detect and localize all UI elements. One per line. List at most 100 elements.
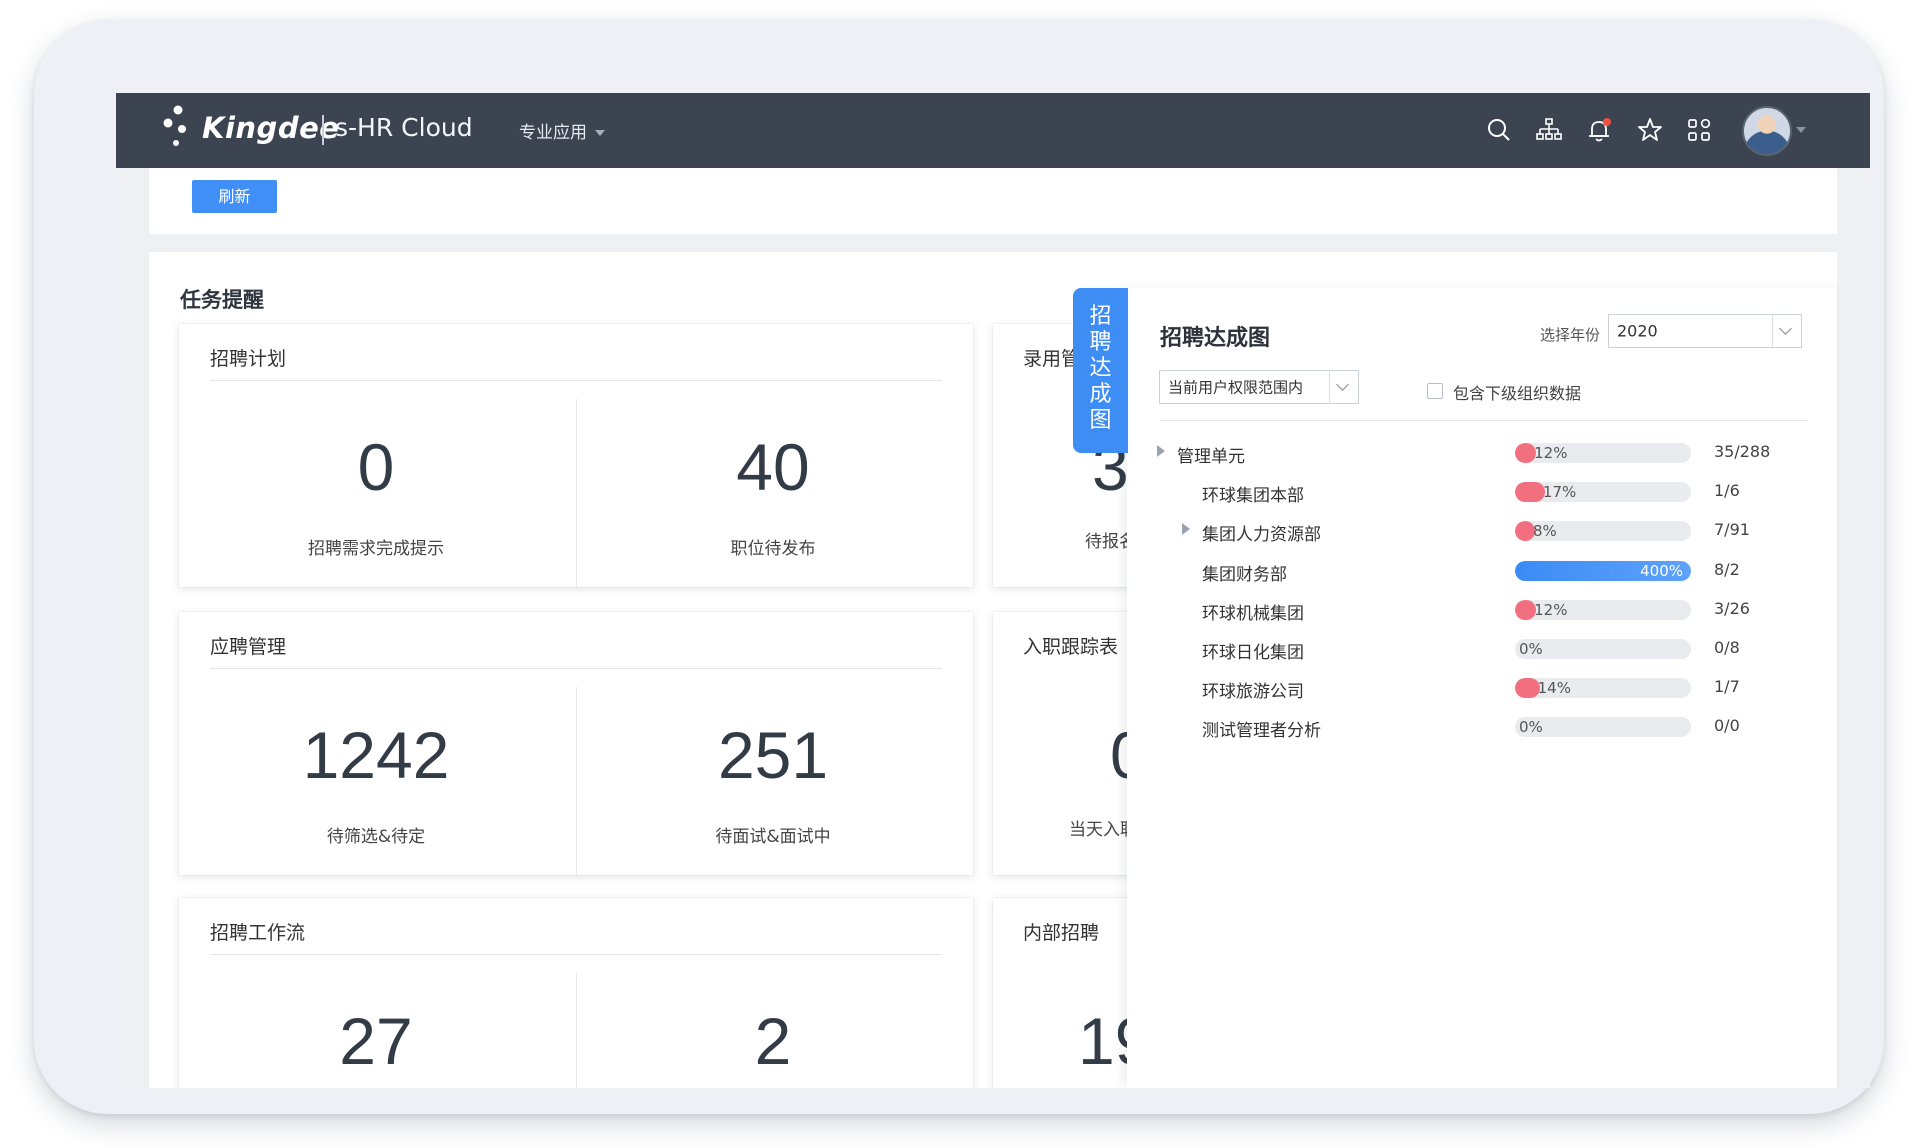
- ratio-value: 1/7: [1714, 677, 1740, 697]
- metric-value: 1242: [302, 718, 450, 792]
- expand-arrow-icon[interactable]: [1157, 445, 1165, 457]
- metric-value: 27: [339, 1004, 413, 1078]
- app-screen: Kingdee s-HR Cloud 专业应用 刷新 任务提醒 招聘计划 0 招…: [116, 93, 1870, 1088]
- progress-track: 12%: [1515, 599, 1691, 620]
- tab-label-char: 聘: [1089, 330, 1112, 355]
- card-title: 录用管: [1023, 348, 1081, 370]
- notification-dot: [1603, 118, 1611, 126]
- card-divider: [210, 954, 942, 955]
- org-name: 环球机械集团: [1202, 603, 1304, 624]
- card-recruitment-plan: 招聘计划 0 招聘需求完成提示 40 职位待发布: [179, 324, 973, 587]
- achievement-row[interactable]: 环球集团本部 17% 1/6: [1127, 473, 1837, 513]
- achievement-row[interactable]: 环球机械集团 12% 3/26: [1127, 591, 1837, 631]
- scope-select[interactable]: 当前用户权限范围内: [1159, 370, 1359, 404]
- card-title: 内部招聘: [1023, 922, 1100, 944]
- metric-value: 2: [754, 1004, 792, 1078]
- org-name: 管理单元: [1177, 447, 1245, 467]
- bell-icon[interactable]: [1584, 115, 1614, 145]
- metric-item[interactable]: 1242 待筛选&待定: [179, 722, 573, 847]
- expand-arrow-icon[interactable]: [1182, 523, 1190, 536]
- recruitment-achievement-drawer: 招聘达成图 选择年份 2020 当前用户权限范围内 包含下级组织数据 管理单元 1…: [1127, 288, 1837, 1088]
- recruitment-achievement-tab[interactable]: 招聘达成图: [1073, 288, 1128, 453]
- achievement-row[interactable]: 测试管理者分析 0% 0/0: [1127, 708, 1837, 748]
- card-title: 招聘工作流: [210, 922, 306, 944]
- brand-name: Kingdee: [202, 111, 340, 145]
- achievement-row[interactable]: 环球旅游公司 14% 1/7: [1127, 669, 1837, 709]
- chevron-down-icon: [595, 130, 605, 136]
- metric-item[interactable]: 27: [179, 1008, 573, 1074]
- metric-item[interactable]: 40 职位待发布: [576, 434, 970, 559]
- progress-fill: [1515, 443, 1537, 463]
- ratio-value: 0/0: [1714, 716, 1740, 736]
- app-menu-dropdown[interactable]: 专业应用: [519, 118, 605, 143]
- progress-track: 400%: [1515, 560, 1691, 581]
- user-menu-chevron-icon[interactable]: [1796, 127, 1806, 133]
- achievement-row[interactable]: 管理单元 12% 35/288: [1127, 434, 1837, 474]
- tab-label: 招聘达成图: [1073, 304, 1128, 434]
- percent-label: 12%: [1534, 444, 1568, 462]
- metric-item[interactable]: 251 待面试&面试中: [576, 722, 970, 847]
- tab-label-char: 招: [1089, 304, 1112, 329]
- progress-track: 14%: [1515, 678, 1691, 699]
- chevron-down-icon: [1329, 371, 1358, 403]
- card-recruitment-workflow: 招聘工作流 27 2: [179, 898, 973, 1088]
- apps-grid-icon[interactable]: [1684, 115, 1714, 145]
- card-title: 入职跟踪表: [1023, 636, 1119, 658]
- year-label: 选择年份: [1540, 326, 1601, 344]
- org-name: 环球旅游公司: [1202, 682, 1304, 703]
- ratio-value: 3/26: [1714, 598, 1750, 618]
- progress-fill: [1515, 678, 1540, 699]
- metric-label: 职位待发布: [730, 539, 816, 559]
- achievement-row[interactable]: 环球日化集团 0% 0/8: [1127, 630, 1837, 670]
- card-title: 招聘计划: [210, 348, 287, 370]
- drawer-divider: [1160, 420, 1808, 421]
- progress-track: 8%: [1515, 521, 1691, 542]
- achievement-row[interactable]: 集团人力资源部 8% 7/91: [1127, 512, 1837, 552]
- tab-label-char: 达: [1089, 356, 1112, 381]
- user-avatar[interactable]: [1742, 106, 1792, 156]
- percent-label: 400%: [1640, 561, 1683, 580]
- percent-label: 0%: [1519, 640, 1543, 658]
- progress-track: 17%: [1515, 482, 1691, 503]
- percent-label: 17%: [1542, 483, 1577, 502]
- brand-divider: [322, 115, 324, 145]
- toolbar: 刷新: [149, 168, 1837, 234]
- product-name: s-HR Cloud: [335, 113, 473, 142]
- org-chart-icon[interactable]: [1534, 115, 1564, 145]
- metric-item[interactable]: 2: [576, 1008, 970, 1074]
- metric-value: 251: [717, 718, 829, 792]
- year-select[interactable]: 2020: [1608, 314, 1802, 348]
- search-icon[interactable]: [1484, 115, 1514, 145]
- progress-track: 0%: [1515, 717, 1691, 738]
- progress-fill: [1515, 521, 1535, 542]
- app-menu-label: 专业应用: [519, 123, 587, 143]
- include-sub-org-checkbox[interactable]: [1427, 383, 1443, 399]
- progress-track: 12%: [1515, 443, 1691, 463]
- progress-track: 0%: [1515, 639, 1691, 659]
- ratio-value: 7/91: [1714, 520, 1750, 540]
- tab-label-char: 图: [1089, 408, 1112, 433]
- percent-label: 12%: [1534, 600, 1568, 619]
- org-name: 测试管理者分析: [1202, 721, 1321, 742]
- include-sub-org-label: 包含下级组织数据: [1453, 384, 1582, 403]
- metric-value: 0: [357, 430, 395, 504]
- refresh-button[interactable]: 刷新: [192, 180, 277, 213]
- card-title: 应聘管理: [210, 636, 287, 658]
- top-navigation-bar: Kingdee s-HR Cloud 专业应用: [116, 93, 1870, 168]
- org-name: 集团财务部: [1202, 564, 1287, 585]
- progress-fill: [1515, 599, 1537, 620]
- star-icon[interactable]: [1635, 115, 1665, 145]
- metric-item[interactable]: 0 招聘需求完成提示: [179, 434, 573, 559]
- scope-value: 当前用户权限范围内: [1168, 378, 1304, 397]
- org-name: 环球集团本部: [1202, 486, 1304, 507]
- chevron-down-icon: [1772, 315, 1801, 347]
- ratio-value: 35/288: [1714, 442, 1771, 461]
- year-value: 2020: [1617, 321, 1658, 341]
- card-divider: [210, 380, 942, 381]
- percent-label: 14%: [1537, 679, 1571, 698]
- metric-label: 招聘需求完成提示: [308, 539, 444, 559]
- ratio-value: 0/8: [1714, 638, 1740, 657]
- achievement-row[interactable]: 集团财务部 400% 8/2: [1127, 552, 1837, 592]
- ratio-value: 8/2: [1714, 559, 1740, 579]
- org-name: 环球日化集团: [1202, 643, 1304, 663]
